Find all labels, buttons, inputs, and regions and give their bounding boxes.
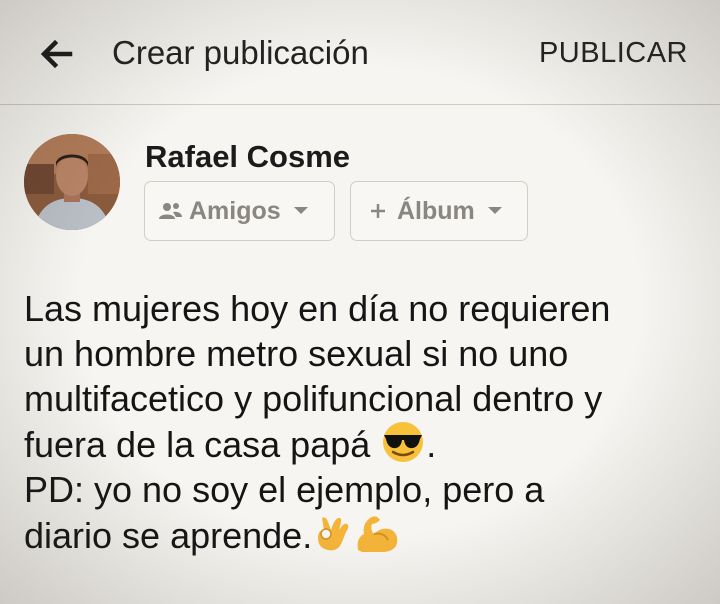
- page-title: Crear publicación: [112, 34, 369, 71]
- user-name: Rafael Cosme: [145, 139, 351, 174]
- sunglasses-smiling-emoji-icon: [383, 422, 424, 462]
- friends-icon: [159, 203, 182, 219]
- ok-hand-emoji-icon: [318, 517, 349, 551]
- avatar: [24, 134, 120, 230]
- post-line-6-text: diario se aprende.: [24, 515, 313, 556]
- flexed-biceps-emoji-icon: [357, 516, 398, 552]
- audience-selector[interactable]: Amigos: [144, 181, 335, 241]
- back-button[interactable]: [36, 34, 76, 74]
- caret-down-icon: [487, 207, 502, 214]
- publish-button[interactable]: PUBLICAR: [539, 37, 688, 70]
- top-app-bar: Crear publicación PUBLICAR: [0, 0, 720, 105]
- arrow-left-icon: [40, 39, 73, 69]
- post-line-3: multifacetico y polifuncional dentro y: [24, 378, 603, 419]
- album-selector[interactable]: Álbum: [350, 181, 528, 241]
- post-text[interactable]: Las mujeres hoy en día no requieren un h…: [24, 286, 714, 558]
- profile-photo: [24, 134, 120, 230]
- post-line-4-text: fuera de la casa papá: [24, 424, 371, 465]
- post-line-6: diario se aprende.: [24, 512, 714, 558]
- album-label: Álbum: [397, 196, 475, 225]
- post-line-5: PD: yo no soy el ejemplo, pero a: [24, 469, 545, 510]
- caret-down-icon: [293, 207, 308, 214]
- plus-icon: [371, 204, 385, 218]
- post-line-4: fuera de la casa papá .: [24, 421, 714, 467]
- post-line-2: un hombre metro sexual si no uno: [24, 333, 569, 374]
- audience-label: Amigos: [189, 196, 281, 225]
- post-line-4-period: .: [426, 424, 437, 465]
- post-line-1: Las mujeres hoy en día no requieren: [24, 288, 611, 329]
